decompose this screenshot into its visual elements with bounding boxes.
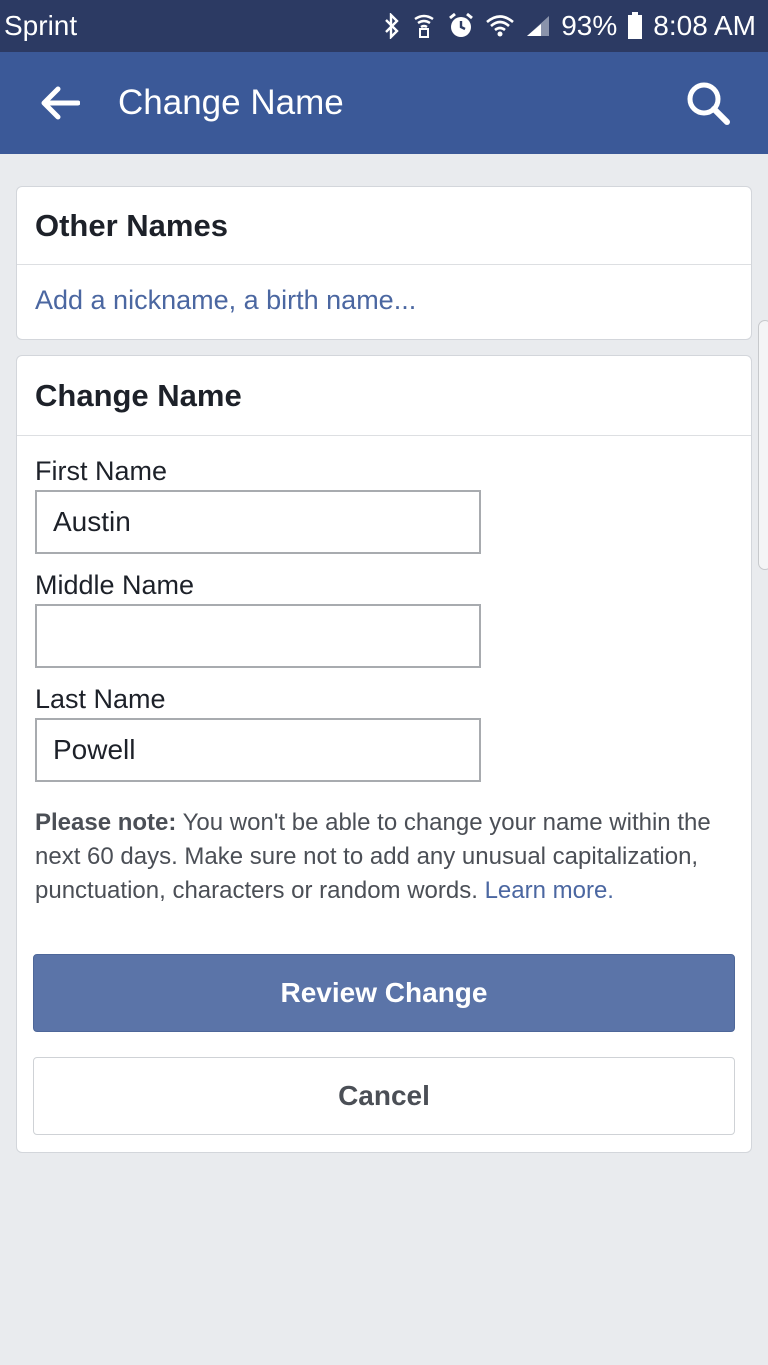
alarm-icon (447, 12, 475, 40)
signal-icon (525, 14, 551, 38)
last-name-field[interactable] (35, 718, 481, 782)
middle-name-label: Middle Name (35, 570, 195, 600)
clock: 8:08 AM (653, 10, 756, 41)
cancel-button[interactable]: Cancel (33, 1057, 735, 1135)
name-change-note: Please note: You won't be able to change… (35, 806, 725, 908)
other-names-header: Other Names (17, 187, 751, 265)
review-change-button[interactable]: Review Change (33, 954, 735, 1032)
search-icon (687, 82, 730, 125)
arrow-left-icon (41, 86, 80, 120)
last-name-label: Last Name (35, 684, 166, 714)
back-button[interactable] (30, 73, 90, 133)
battery-percent: 93% (561, 10, 618, 41)
nfc-icon (411, 13, 437, 39)
bluetooth-icon (383, 13, 401, 39)
carrier-name: Sprint (4, 10, 78, 41)
note-bold-label: Please note: (35, 809, 177, 836)
app-bar: Change Name (0, 52, 768, 154)
page-title: Change Name (118, 83, 344, 122)
search-button[interactable] (678, 73, 738, 133)
first-name-label: First Name (35, 456, 168, 486)
wifi-icon (485, 14, 515, 38)
middle-name-field[interactable] (35, 604, 481, 668)
learn-more-link[interactable]: Learn more. (485, 877, 614, 904)
status-icons: 93% 8:08 AM (383, 10, 756, 42)
add-nickname-link[interactable]: Add a nickname, a birth name... (17, 265, 751, 336)
change-name-card: Change Name First Name Middle Name Last … (16, 355, 752, 1153)
first-name-field[interactable] (35, 490, 481, 554)
battery-icon (627, 12, 643, 40)
change-name-header: Change Name (17, 356, 751, 436)
name-form: First Name Middle Name Last Name Please … (17, 436, 751, 908)
scrollbar[interactable] (758, 320, 768, 570)
status-bar: Sprint 93% 8:08 AM (0, 0, 768, 52)
other-names-card: Other Names Add a nickname, a birth name… (16, 186, 752, 340)
